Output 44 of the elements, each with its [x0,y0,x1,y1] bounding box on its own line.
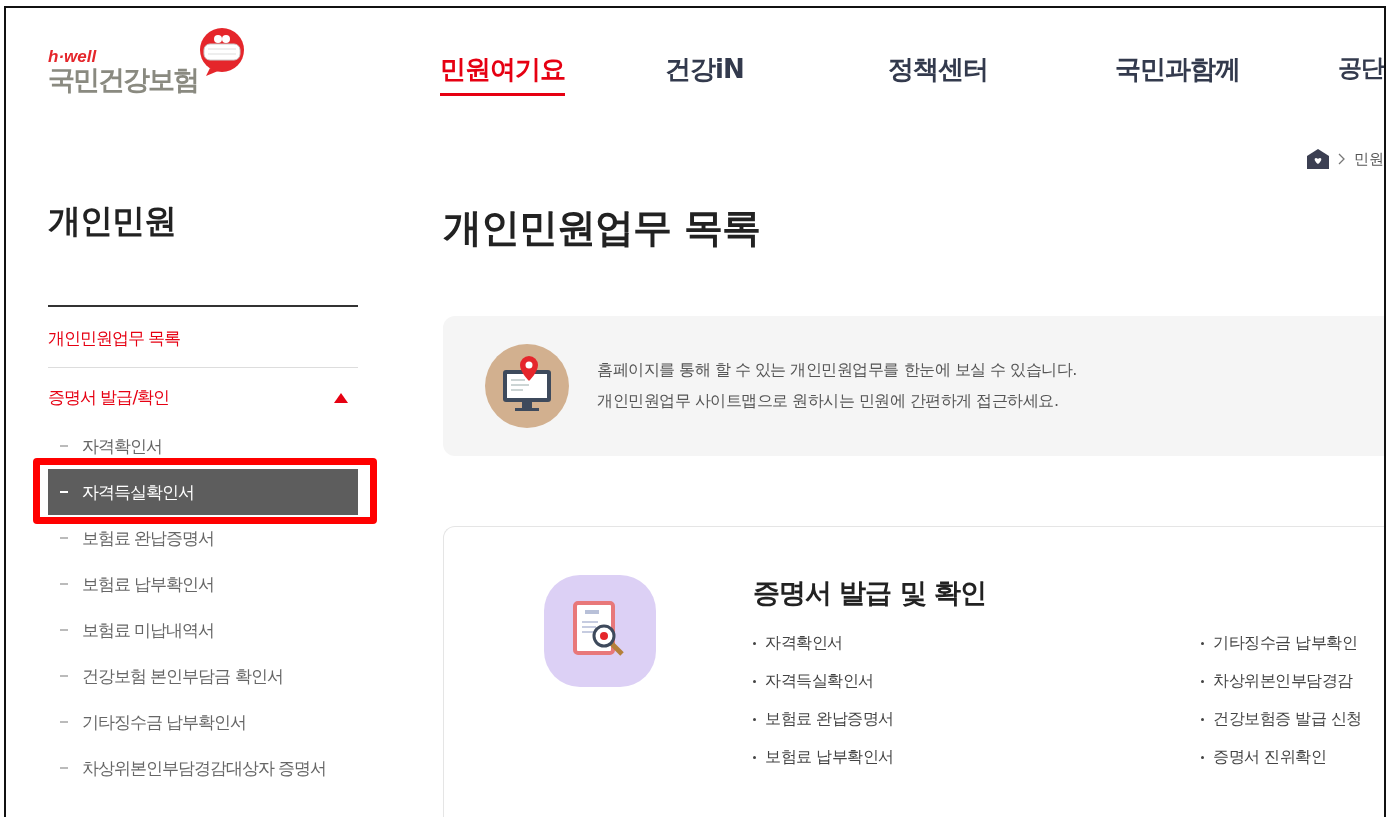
nav-tab[interactable]: 공단 [1338,52,1384,93]
bullet-icon [1201,718,1204,721]
service-link[interactable]: 차상위본인부담경감 [1213,671,1353,692]
sidebar-subitem[interactable]: 자격확인서 [48,423,358,469]
sidebar-subitem[interactable]: 기타징수금 납부확인서 [48,699,358,745]
sidebar-subitem[interactable]: 보험료 완납증명서 [48,515,358,561]
collapse-icon[interactable] [334,392,348,403]
bullet-icon [753,718,756,721]
sidebar-group-label: 증명서 발급/확인 [48,386,170,409]
service-link[interactable]: 자격확인서 [765,633,843,654]
bullet-icon [753,756,756,759]
logo-name: 국민건강보험 [48,65,198,95]
nav-tab[interactable]: 민원여기요 [440,52,565,96]
chevron-right-icon [1338,153,1346,165]
nav-tab[interactable]: 건강iN [665,52,744,96]
page-title: 개인민원업무 목록 [443,204,761,252]
sidebar-subitem[interactable]: 보험료 미납내역서 [48,607,358,653]
service-link[interactable]: 보험료 납부확인서 [765,747,894,768]
sidebar-title: 개인민원 [48,199,358,307]
nav-tab[interactable]: 국민과함께 [1115,52,1240,96]
card-title: 증명서 발급 및 확인 [753,576,988,610]
service-link[interactable]: 보험료 완납증명서 [765,709,894,730]
sidebar-subitem[interactable]: 건강보험 본인부담금 확인서 [48,653,358,699]
info-text: 홈페이지를 통해 할 수 있는 개인민원업무를 한눈에 보실 수 있습니다. [597,360,1077,381]
info-text: 개인민원업무 사이트맵으로 원하시는 민원에 간편하게 접근하세요. [597,391,1060,412]
breadcrumb-link[interactable]: 민원 [1354,149,1384,169]
bullet-icon [753,680,756,683]
bullet-icon [1201,756,1204,759]
bullet-icon [1201,680,1204,683]
sidebar-item[interactable]: 개인민원업무 목록 [48,307,358,368]
sidebar-subitem[interactable]: 차상위본인부담경감대상자 증명서 [48,745,358,791]
logo-tagline: h·well [48,48,98,65]
monitor-pin-icon [485,344,569,428]
service-link[interactable]: 건강보험증 발급 신청 [1213,709,1362,730]
service-link[interactable]: 자격득실확인서 [765,671,874,692]
nav-tab[interactable]: 정책센터 [888,52,988,96]
bullet-icon [1201,642,1204,645]
service-link[interactable]: 기타징수금 납부확인 [1213,633,1358,654]
sidebar-subitem[interactable]: 보험료 납부확인서 [48,561,358,607]
home-icon[interactable] [1306,148,1330,170]
sidebar-group-row[interactable]: 증명서 발급/확인 [48,368,358,423]
sidebar-subitem[interactable]: 자격득실확인서 [48,469,358,515]
bullet-icon [753,642,756,645]
service-link[interactable]: 증명서 진위확인 [1213,747,1327,768]
